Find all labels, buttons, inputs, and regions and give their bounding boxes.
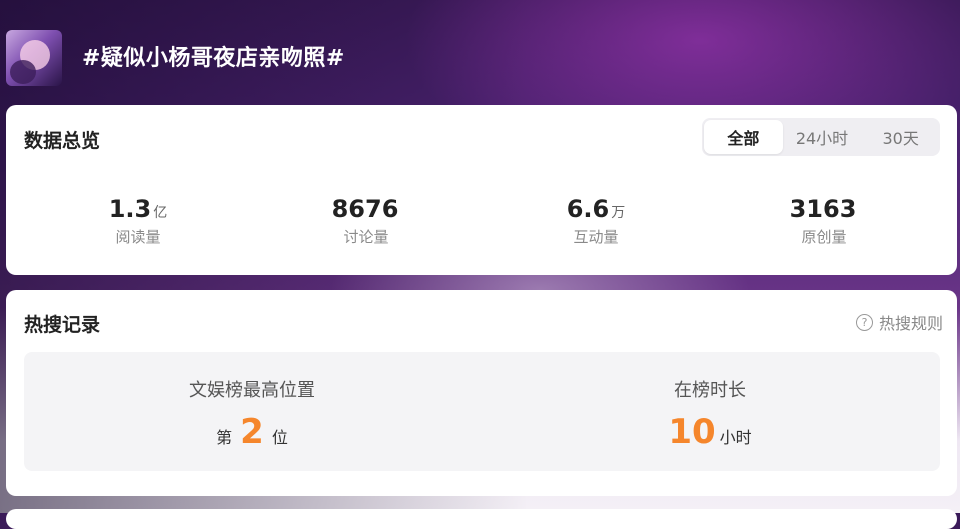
tab-24h[interactable]: 24小时 <box>783 120 862 154</box>
time-range-tabs: 全部 24小时 30天 <box>702 118 940 156</box>
on-list-duration: 在榜时长 10 小时 <box>560 376 860 450</box>
position-value: 2 <box>240 412 264 452</box>
stat-original-value: 3163 <box>789 195 857 223</box>
stat-read-value: 1.3 <box>108 195 152 223</box>
tab-all[interactable]: 全部 <box>704 120 783 154</box>
rules-label: 热搜规则 <box>878 314 943 333</box>
stat-interaction-value: 6.6 <box>566 195 610 223</box>
position-prefix: 第 <box>216 428 233 447</box>
stat-read-label: 阅读量 <box>115 228 161 246</box>
stat-discussion: 8676 讨论量 <box>286 193 446 247</box>
topic-header: #疑似小杨哥夜店亲吻照# <box>0 0 960 104</box>
topic-title: #疑似小杨哥夜店亲吻照# <box>82 46 345 71</box>
stat-discussion-value: 8676 <box>331 195 399 223</box>
stat-original: 3163 原创量 <box>744 193 904 247</box>
overview-title: 数据总览 <box>24 130 101 152</box>
next-card <box>6 509 957 529</box>
highest-position: 文娱榜最高位置 第2位 <box>102 376 402 450</box>
stat-discussion-label: 讨论量 <box>343 228 389 246</box>
duration-label: 在榜时长 <box>674 380 746 401</box>
stat-interaction: 6.6 万 互动量 <box>516 193 676 247</box>
stat-interaction-label: 互动量 <box>573 228 619 246</box>
hot-search-rules-link[interactable]: ? 热搜规则 <box>855 310 943 334</box>
duration-unit: 小时 <box>719 428 752 447</box>
stat-read: 1.3 亿 阅读量 <box>58 193 218 247</box>
overview-stats: 1.3 亿 阅读量 8676 讨论量 6.6 万 互动量 3163 原创量 <box>6 193 957 253</box>
position-suffix: 位 <box>271 428 288 447</box>
stat-interaction-unit: 万 <box>611 205 626 221</box>
data-overview-card: 数据总览 全部 24小时 30天 1.3 亿 阅读量 8676 讨论量 6.6 万 … <box>6 105 957 275</box>
highest-position-label: 文娱榜最高位置 <box>189 380 315 401</box>
question-circle-icon: ? <box>855 313 873 331</box>
tab-30d[interactable]: 30天 <box>861 120 940 154</box>
hot-search-card: 热搜记录 ? 热搜规则 文娱榜最高位置 第2位 在榜时长 10 小时 <box>6 290 957 496</box>
duration-value: 10 <box>668 412 716 452</box>
stat-read-unit: 亿 <box>153 205 168 221</box>
topic-avatar <box>6 30 62 86</box>
hot-search-record-panel: 文娱榜最高位置 第2位 在榜时长 10 小时 <box>24 352 940 471</box>
stat-original-label: 原创量 <box>801 228 847 246</box>
hot-search-title: 热搜记录 <box>24 314 101 336</box>
